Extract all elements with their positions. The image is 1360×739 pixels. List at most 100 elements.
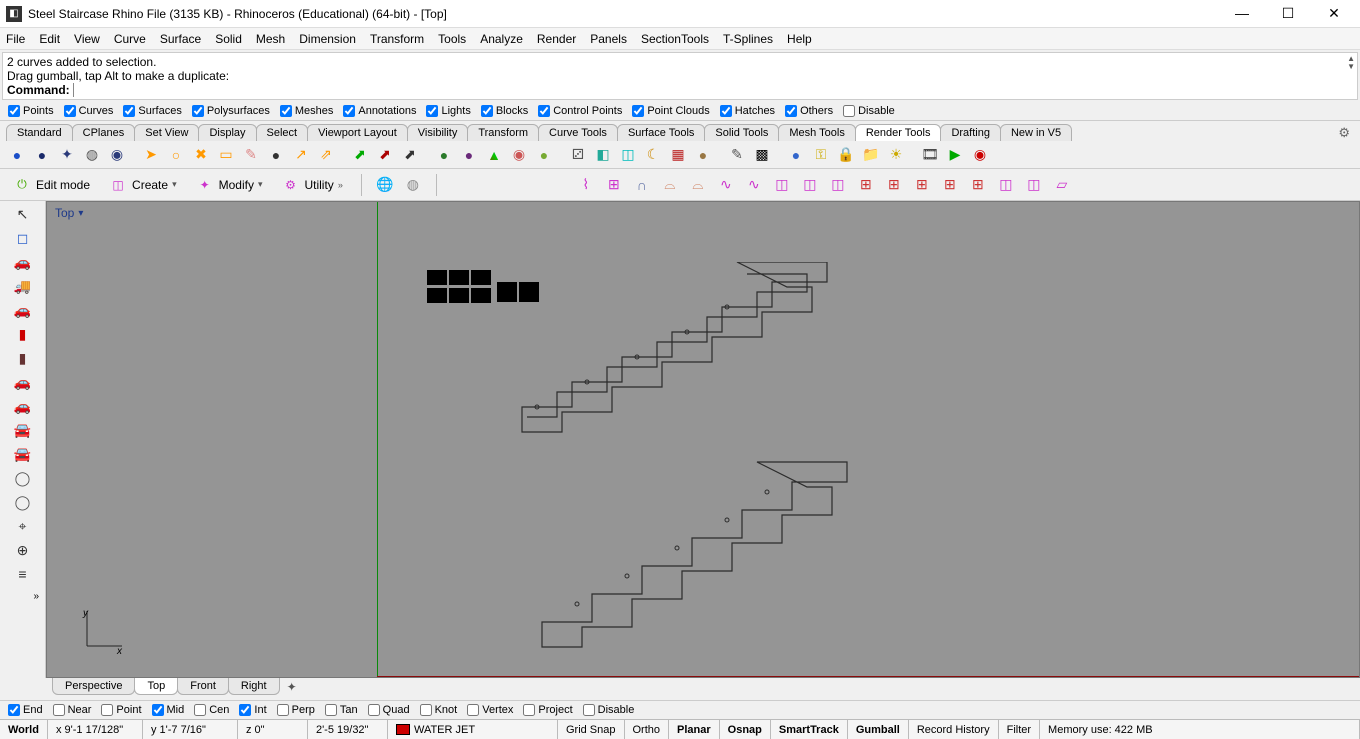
car4-red-icon[interactable]: 🚘 [13,421,33,439]
status-layer[interactable]: WATER JET [388,720,558,739]
surface-icon-3[interactable]: ∩ [631,174,653,196]
view-tab-top[interactable]: Top [134,678,178,695]
utility-button[interactable]: ⚙ Utility » [274,173,348,197]
menu-mesh[interactable]: Mesh [256,32,285,46]
osnap-cen[interactable]: Cen [194,704,229,716]
tab-solid-tools[interactable]: Solid Tools [704,124,779,141]
filter-meshes[interactable]: Meshes [280,105,334,117]
filter-annotations[interactable]: Annotations [343,105,416,117]
grid-icon-5[interactable]: ⊞ [967,174,989,196]
filter-curves[interactable]: Curves [64,105,114,117]
status-toggle-planar[interactable]: Planar [669,720,720,739]
dropper-icon[interactable]: ✎ [726,144,748,166]
widget1-icon[interactable]: ⌖ [13,517,33,535]
folder-icon[interactable]: 📁 [860,144,882,166]
lock-icon[interactable]: 🔒 [835,144,857,166]
view-tab-front[interactable]: Front [177,678,229,695]
osnap-end[interactable]: End [8,704,43,716]
filter-others[interactable]: Others [785,105,833,117]
lasso-icon[interactable]: ◻ [13,229,33,247]
can-dark-icon[interactable]: ▮ [13,349,33,367]
surface-icon-6[interactable]: ∿ [715,174,737,196]
tab-transform[interactable]: Transform [467,124,539,141]
status-toggle-smarttrack[interactable]: SmartTrack [771,720,848,739]
osnap-knot[interactable]: Knot [420,704,458,716]
osnap-point[interactable]: Point [101,704,141,716]
box-icon-2[interactable]: ◫ [799,174,821,196]
osnap-int[interactable]: Int [239,704,266,716]
menu-panels[interactable]: Panels [590,32,627,46]
menu-edit[interactable]: Edit [39,32,60,46]
menu-sectiontools[interactable]: SectionTools [641,32,709,46]
truck-icon[interactable]: 🚚 [13,277,33,295]
car-side-icon[interactable]: 🚗 [13,253,33,271]
key-icon[interactable]: ⚿ [810,144,832,166]
sphere-green-icon[interactable]: ● [433,144,455,166]
status-toggle-gridsnap[interactable]: Grid Snap [558,720,625,739]
car3-red-icon[interactable]: 🚗 [13,397,33,415]
menu-dimension[interactable]: Dimension [299,32,356,46]
box-rainbow-icon[interactable]: ◧ [592,144,614,166]
osnap-project[interactable]: Project [523,704,572,716]
can-red-icon[interactable]: ▮ [13,325,33,343]
minimize-button[interactable]: — [1228,5,1256,22]
play-green-icon[interactable]: ▶ [944,144,966,166]
menu-render[interactable]: Render [537,32,576,46]
surface-icon-1[interactable]: ⌇ [575,174,597,196]
surface-icon-2[interactable]: ⊞ [603,174,625,196]
surface-icon-5[interactable]: ⌓ [687,174,709,196]
sun-icon[interactable]: ☀ [885,144,907,166]
command-input[interactable] [73,83,1353,97]
menu-tsplines[interactable]: T-Splines [723,32,773,46]
filter-pointclouds[interactable]: Point Clouds [632,105,709,117]
gear-icon[interactable]: ⚙ [1338,125,1350,141]
pencil-icon[interactable]: ✎ [240,144,262,166]
filter-polysurfaces[interactable]: Polysurfaces [192,105,270,117]
tab-cplanes[interactable]: CPlanes [72,124,136,141]
maximize-button[interactable]: ☐ [1274,5,1302,22]
record-icon[interactable]: ◉ [969,144,991,166]
moon-icon[interactable]: ☾ [642,144,664,166]
arrow-orange-icon[interactable]: ➤ [140,144,162,166]
widget3-icon[interactable]: ≡ [13,565,33,583]
close-button[interactable]: ✕ [1320,5,1348,22]
scroll-down-icon[interactable]: ▼ [1347,63,1355,71]
filter-controlpoints[interactable]: Control Points [538,105,622,117]
sphere-facet-icon[interactable]: ◍ [402,174,424,196]
grid-icon-1[interactable]: ⊞ [855,174,877,196]
add-view-button[interactable]: ✦ [279,678,305,696]
checker-icon[interactable]: ▩ [751,144,773,166]
sphere-rainbow-icon[interactable]: ● [533,144,555,166]
cursor-icon[interactable]: ↖ [13,205,33,223]
box-icon-4[interactable]: ◫ [995,174,1017,196]
grid-icon-4[interactable]: ⊞ [939,174,961,196]
globe-wire-icon[interactable]: 🌐 [374,174,396,196]
render-sphere-star-icon[interactable]: ✦ [56,144,78,166]
menu-tools[interactable]: Tools [438,32,466,46]
cylinder-rainbow-icon[interactable]: ◉ [508,144,530,166]
tab-select[interactable]: Select [256,124,309,141]
osnap-tan[interactable]: Tan [325,704,358,716]
ring2-icon[interactable]: ◯ [13,493,33,511]
box-icon-1[interactable]: ◫ [771,174,793,196]
widget2-icon[interactable]: ⊕ [13,541,33,559]
car5-red-icon[interactable]: 🚘 [13,445,33,463]
view-tab-perspective[interactable]: Perspective [52,678,135,695]
osnap-quad[interactable]: Quad [368,704,410,716]
tab-new-in-v5[interactable]: New in V5 [1000,124,1072,141]
menu-view[interactable]: View [74,32,100,46]
filter-lights[interactable]: Lights [426,105,470,117]
tab-drafting[interactable]: Drafting [940,124,1001,141]
tab-viewport-layout[interactable]: Viewport Layout [307,124,408,141]
film-icon[interactable]: 🎞 [919,144,941,166]
render-sphere-grid-icon[interactable]: ◍ [81,144,103,166]
brick-icon[interactable]: ▦ [667,144,689,166]
grid-icon-2[interactable]: ⊞ [883,174,905,196]
tab-visibility[interactable]: Visibility [407,124,469,141]
box-icon-3[interactable]: ◫ [827,174,849,196]
car2-red-icon[interactable]: 🚗 [13,373,33,391]
rock-icon[interactable]: ● [692,144,714,166]
dice-icon[interactable]: ⚂ [567,144,589,166]
render-sphere-saved-icon[interactable]: ◉ [106,144,128,166]
view-tab-right[interactable]: Right [228,678,280,695]
